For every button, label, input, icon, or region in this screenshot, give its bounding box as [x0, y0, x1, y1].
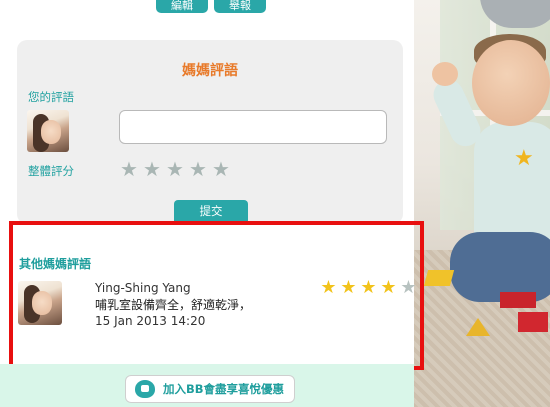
photo-baby-head — [472, 40, 550, 126]
star-icon[interactable]: ★ — [142, 158, 162, 180]
photo-toy-block — [500, 292, 536, 308]
form-title: 媽媽評語 — [182, 63, 238, 79]
edit-button[interactable]: 編輯 — [156, 0, 208, 13]
photo-star-print: ★ — [514, 146, 534, 171]
photo-toy-block — [423, 270, 455, 286]
join-button-label: 加入BB會盡享喜悅優惠 — [163, 382, 285, 396]
overall-rating-label: 整體評分 — [28, 164, 74, 178]
star-icon[interactable]: ★ — [188, 158, 208, 180]
rating-stars-input[interactable]: ★ ★ ★ ★ ★ — [119, 158, 231, 180]
star-icon[interactable]: ★ — [119, 158, 139, 180]
report-button[interactable]: 舉報 — [214, 0, 266, 13]
content-column: 編輯 舉報 媽媽評語 您的評語 整體評分 ★ ★ ★ ★ ★ 提交 其他媽媽評語… — [0, 0, 424, 407]
star-icon[interactable]: ★ — [211, 158, 231, 180]
user-avatar — [27, 110, 69, 152]
heart-icon — [135, 380, 155, 398]
photo-baby-hand — [432, 62, 458, 86]
your-comment-label: 您的評語 — [28, 90, 74, 104]
mom-review-form: 媽媽評語 您的評語 整體評分 ★ ★ ★ ★ ★ 提交 — [17, 40, 403, 224]
join-bb-button[interactable]: 加入BB會盡享喜悅優惠 — [125, 375, 295, 403]
photo-toy-block — [466, 318, 490, 336]
comment-input[interactable] — [119, 110, 387, 144]
photo-baby-body — [474, 122, 550, 242]
baby-photo: ★ — [410, 0, 550, 407]
photo-toy-block — [518, 312, 548, 332]
highlight-frame — [9, 221, 424, 370]
submit-button[interactable]: 提交 — [174, 200, 248, 222]
star-icon[interactable]: ★ — [165, 158, 185, 180]
